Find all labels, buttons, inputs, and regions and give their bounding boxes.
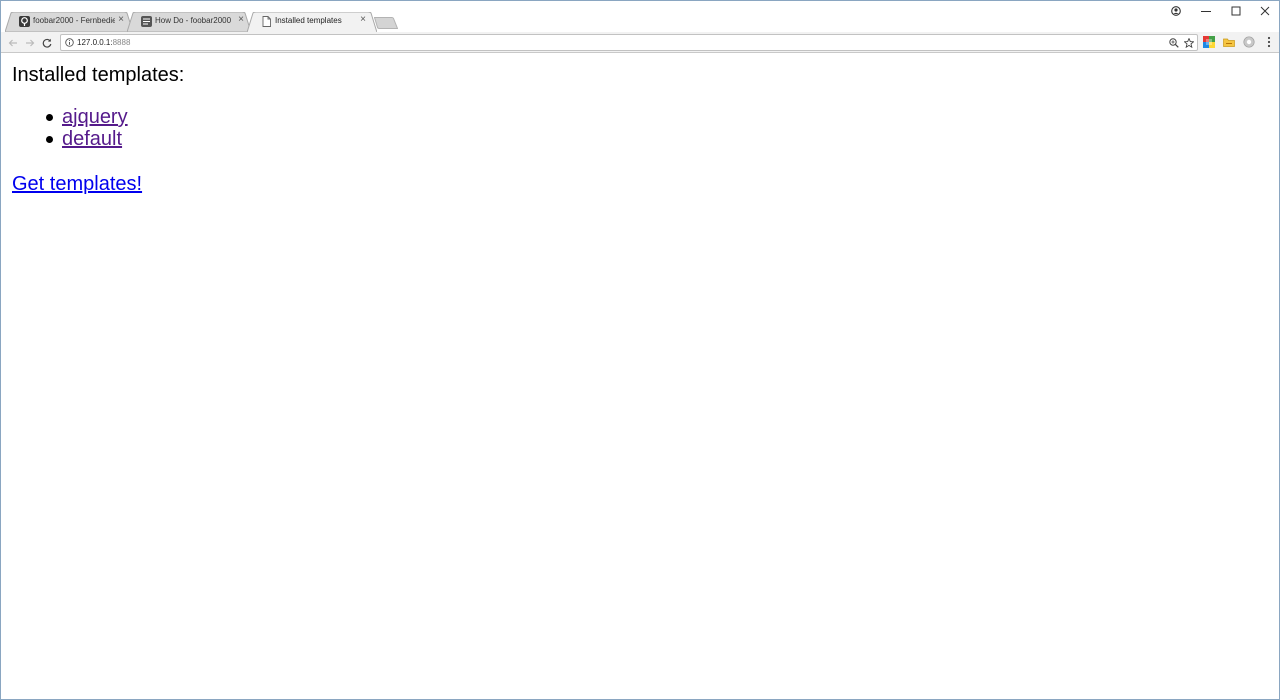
minimize-icon <box>1201 11 1211 12</box>
tab-title: foobar2000 - Fernbedien <box>33 16 115 25</box>
bullet-icon <box>46 136 53 143</box>
forward-arrow-icon <box>26 39 35 47</box>
extension-gray-button[interactable] <box>1243 36 1255 48</box>
foobar-favicon-icon <box>141 16 152 27</box>
tab-title: How Do - foobar2000 <box>155 16 232 25</box>
bullet-icon <box>46 114 53 121</box>
tab-installed-templates[interactable]: Installed templates × <box>247 12 377 32</box>
page-favicon-icon <box>262 16 271 27</box>
tab-title: Installed templates <box>275 16 342 25</box>
tab-close-icon[interactable]: × <box>236 15 246 25</box>
minimize-button[interactable] <box>1191 1 1221 21</box>
maximize-button[interactable] <box>1221 1 1251 21</box>
address-bar[interactable]: 127.0.0.1:8888 <box>60 34 1198 51</box>
template-link-ajquery[interactable]: ajquery <box>62 106 128 128</box>
foobar-favicon-icon <box>19 16 30 27</box>
url-host: 127.0.0.1: <box>77 38 113 47</box>
page-content: Installed templates: ajquery default Get… <box>1 54 1279 699</box>
back-button[interactable] <box>5 35 21 51</box>
bookmark-star-button[interactable] <box>1183 37 1195 49</box>
extension-grid-icon <box>1203 36 1215 48</box>
template-link-default[interactable]: default <box>62 128 122 150</box>
page-title: Installed templates: <box>12 64 185 86</box>
browser-toolbar: 127.0.0.1:8888 <box>1 32 1279 53</box>
url-text: 127.0.0.1:8888 <box>77 38 130 47</box>
url-port: 8888 <box>112 38 131 47</box>
tab-strip: foobar2000 - Fernbedien × How Do - fooba… <box>1 1 1279 32</box>
forward-button[interactable] <box>22 35 38 51</box>
close-icon <box>1260 6 1270 16</box>
more-vertical-icon <box>1267 36 1271 48</box>
profile-button[interactable] <box>1161 1 1191 21</box>
list-item: default <box>1 128 128 150</box>
info-icon[interactable] <box>65 38 74 47</box>
browser-window: foobar2000 - Fernbedien × How Do - fooba… <box>0 0 1280 700</box>
star-icon <box>1184 38 1194 48</box>
template-list: ajquery default <box>1 106 128 150</box>
menu-button[interactable] <box>1263 36 1275 48</box>
zoom-icon <box>1169 38 1179 48</box>
tab-close-icon[interactable]: × <box>358 15 368 25</box>
tab-how-do-foobar2000[interactable]: How Do - foobar2000 × <box>127 12 251 32</box>
extension-circle-icon <box>1243 36 1255 48</box>
tab-close-icon[interactable]: × <box>116 15 126 25</box>
list-item: ajquery <box>1 106 128 128</box>
close-window-button[interactable] <box>1250 1 1279 21</box>
tab-foobar2000-fernbedienung[interactable]: foobar2000 - Fernbedien × <box>5 12 133 32</box>
extension-yellow-button[interactable] <box>1223 36 1235 48</box>
extension-colorful-button[interactable] <box>1203 36 1215 48</box>
maximize-icon <box>1231 6 1241 16</box>
reload-button[interactable] <box>39 35 55 51</box>
get-templates-link[interactable]: Get templates! <box>12 172 142 196</box>
zoom-button[interactable] <box>1168 37 1180 49</box>
new-tab-button[interactable] <box>374 17 398 29</box>
extension-folder-icon <box>1223 38 1235 47</box>
back-arrow-icon <box>8 39 17 47</box>
reload-icon <box>42 38 52 48</box>
profile-icon <box>1171 6 1181 16</box>
